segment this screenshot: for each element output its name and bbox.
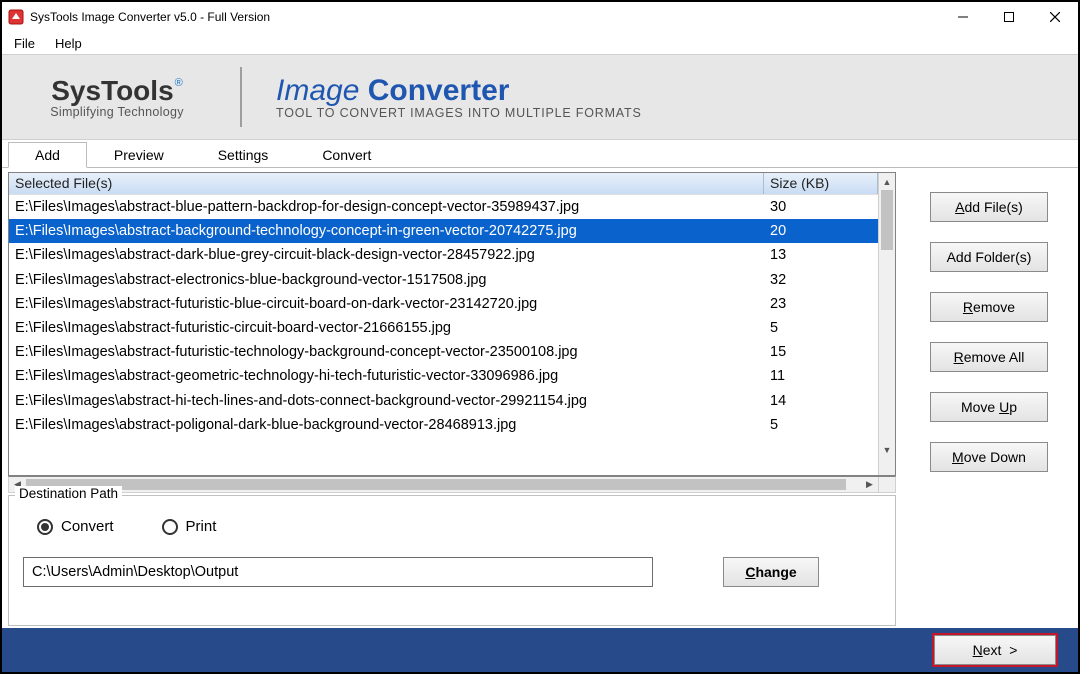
brand-tagline: Simplifying Technology: [50, 105, 184, 119]
maximize-button[interactable]: [986, 2, 1032, 32]
brand-divider: [240, 67, 242, 127]
footer-bar: Next >: [2, 628, 1078, 672]
output-mode-radios: Convert Print: [23, 506, 881, 557]
cell-size: 13: [764, 247, 878, 263]
horizontal-scrollbar[interactable]: ◀ ▶: [8, 476, 896, 493]
radio-convert[interactable]: Convert: [37, 518, 114, 535]
left-column: Selected File(s) Size (KB) E:\Files\Imag…: [8, 172, 896, 626]
app-icon: [8, 9, 24, 25]
table-row[interactable]: E:\Files\Images\abstract-hi-tech-lines-a…: [9, 389, 878, 413]
cell-size: 5: [764, 417, 878, 433]
table-row[interactable]: E:\Files\Images\abstract-blue-pattern-ba…: [9, 195, 878, 219]
destination-path-group: Destination Path Convert Print Change: [8, 495, 896, 626]
remove-button[interactable]: Remove: [930, 292, 1048, 322]
scroll-thumb[interactable]: [881, 190, 893, 250]
brand-logo: SysTools ® Simplifying Technology: [2, 75, 232, 119]
table-row[interactable]: E:\Files\Images\abstract-futuristic-blue…: [9, 292, 878, 316]
radio-print[interactable]: Print: [162, 518, 217, 535]
radio-convert-label: Convert: [61, 518, 114, 535]
destination-path-input[interactable]: [23, 557, 653, 587]
brand-logo-text: SysTools: [51, 75, 173, 107]
cell-file: E:\Files\Images\abstract-blue-pattern-ba…: [9, 199, 764, 215]
cell-file: E:\Files\Images\abstract-dark-blue-grey-…: [9, 247, 764, 263]
cell-size: 20: [764, 223, 878, 239]
tab-add[interactable]: Add: [8, 142, 87, 168]
cell-size: 30: [764, 199, 878, 215]
product-name-bold: Converter: [368, 74, 510, 107]
brand-registered: ®: [175, 77, 183, 89]
destination-path-legend: Destination Path: [15, 486, 122, 501]
cell-file: E:\Files\Images\abstract-futuristic-tech…: [9, 344, 764, 360]
cell-file: E:\Files\Images\abstract-background-tech…: [9, 223, 764, 239]
radio-print-label: Print: [186, 518, 217, 535]
tab-preview[interactable]: Preview: [87, 141, 191, 167]
table-row[interactable]: E:\Files\Images\abstract-poligonal-dark-…: [9, 413, 878, 437]
minimize-button[interactable]: [940, 2, 986, 32]
cell-file: E:\Files\Images\abstract-hi-tech-lines-a…: [9, 393, 764, 409]
hscroll-thumb[interactable]: [26, 479, 846, 490]
cell-size: 11: [764, 368, 878, 384]
tab-settings[interactable]: Settings: [191, 141, 296, 167]
next-button[interactable]: Next >: [934, 635, 1056, 665]
scroll-corner: [878, 477, 895, 492]
remove-all-button[interactable]: Remove All: [930, 342, 1048, 372]
cell-file: E:\Files\Images\abstract-poligonal-dark-…: [9, 417, 764, 433]
radio-dot-icon: [162, 519, 178, 535]
table-row[interactable]: E:\Files\Images\abstract-electronics-blu…: [9, 268, 878, 292]
vertical-scrollbar[interactable]: ▲ ▼: [878, 173, 895, 475]
cell-size: 23: [764, 296, 878, 312]
cell-file: E:\Files\Images\abstract-futuristic-blue…: [9, 296, 764, 312]
brand-header: SysTools ® Simplifying Technology Image …: [2, 54, 1078, 140]
side-button-panel: Add File(s) Add Folder(s) Remove Remove …: [906, 172, 1072, 626]
move-down-button[interactable]: Move Down: [930, 442, 1048, 472]
tabstrip: Add Preview Settings Convert: [2, 140, 1078, 168]
titlebar: SysTools Image Converter v5.0 - Full Ver…: [2, 2, 1078, 32]
move-up-button[interactable]: Move Up: [930, 392, 1048, 422]
product-subtitle: TOOL TO CONVERT IMAGES INTO MULTIPLE FOR…: [276, 106, 642, 120]
change-button[interactable]: Change: [723, 557, 819, 587]
file-list-container: Selected File(s) Size (KB) E:\Files\Imag…: [8, 172, 896, 476]
app-window: SysTools Image Converter v5.0 - Full Ver…: [0, 0, 1080, 674]
table-row[interactable]: E:\Files\Images\abstract-background-tech…: [9, 219, 878, 243]
product-name-light: Image: [276, 74, 368, 107]
scroll-up-icon[interactable]: ▲: [879, 173, 895, 190]
file-list-body[interactable]: E:\Files\Images\abstract-blue-pattern-ba…: [9, 195, 878, 475]
add-files-button[interactable]: Add File(s): [930, 192, 1048, 222]
menu-file[interactable]: File: [4, 34, 45, 53]
menu-help[interactable]: Help: [45, 34, 92, 53]
scroll-down-icon[interactable]: ▼: [879, 441, 895, 458]
cell-size: 5: [764, 320, 878, 336]
radio-dot-icon: [37, 519, 53, 535]
tab-convert[interactable]: Convert: [295, 141, 398, 167]
cell-size: 14: [764, 393, 878, 409]
col-header-size[interactable]: Size (KB): [764, 173, 878, 194]
close-button[interactable]: [1032, 2, 1078, 32]
table-row[interactable]: E:\Files\Images\abstract-geometric-techn…: [9, 364, 878, 388]
brand-product: Image Converter TOOL TO CONVERT IMAGES I…: [276, 74, 642, 120]
cell-file: E:\Files\Images\abstract-futuristic-circ…: [9, 320, 764, 336]
main-panel: Selected File(s) Size (KB) E:\Files\Imag…: [2, 168, 1078, 628]
table-row[interactable]: E:\Files\Images\abstract-futuristic-circ…: [9, 316, 878, 340]
cell-size: 32: [764, 272, 878, 288]
window-controls: [940, 2, 1078, 32]
window-title: SysTools Image Converter v5.0 - Full Ver…: [30, 10, 940, 24]
cell-size: 15: [764, 344, 878, 360]
add-folders-button[interactable]: Add Folder(s): [930, 242, 1048, 272]
cell-file: E:\Files\Images\abstract-geometric-techn…: [9, 368, 764, 384]
table-row[interactable]: E:\Files\Images\abstract-futuristic-tech…: [9, 340, 878, 364]
table-row[interactable]: E:\Files\Images\abstract-dark-blue-grey-…: [9, 243, 878, 267]
scroll-right-icon[interactable]: ▶: [861, 479, 878, 490]
menubar: File Help: [2, 32, 1078, 54]
file-list: Selected File(s) Size (KB) E:\Files\Imag…: [9, 173, 878, 475]
file-list-header: Selected File(s) Size (KB): [9, 173, 878, 195]
col-header-selected-files[interactable]: Selected File(s): [9, 173, 764, 194]
cell-file: E:\Files\Images\abstract-electronics-blu…: [9, 272, 764, 288]
